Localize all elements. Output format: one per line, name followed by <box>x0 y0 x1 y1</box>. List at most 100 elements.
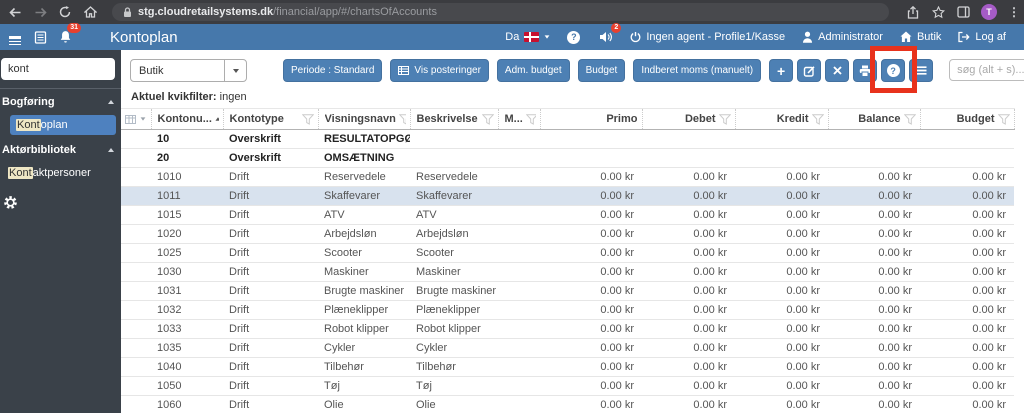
header-help-icon[interactable]: ? <box>567 30 581 44</box>
table-row[interactable]: 1015 Drift ATV ATV 0.00 kr 0.00 kr 0.00 kr 0.00… <box>121 205 1014 225</box>
column-header-kontonummer[interactable]: Kontonu... <box>151 108 224 130</box>
table-cell: 0.00 kr <box>920 357 1014 377</box>
column-header-beskrivelse[interactable]: Beskrivelse <box>410 108 499 130</box>
table-cell: 0.00 kr <box>735 281 828 301</box>
filter-funnel-icon[interactable] <box>903 113 916 125</box>
print-button[interactable] <box>853 59 878 82</box>
table-cell: Brugte maskiner <box>410 281 498 301</box>
row-control-cell <box>121 148 151 168</box>
budget-button[interactable]: Budget <box>577 59 626 82</box>
table-row[interactable]: 1035 Drift Cykler Cykler 0.00 kr 0.00 kr 0.00 … <box>121 338 1014 358</box>
table-row[interactable]: 1033 Drift Robot klipper Robot klipper 0.00 … <box>121 319 1014 339</box>
table-cell: 0.00 kr <box>735 357 828 377</box>
column-header-moms[interactable]: M... <box>498 108 541 130</box>
side-panel-icon[interactable] <box>956 5 970 19</box>
table-row[interactable]: 10OverskriftRESULTATOPGØREL... <box>121 129 1014 149</box>
sidebar-item-kontaktpersoner[interactable]: Kontaktpersoner <box>8 163 116 183</box>
table-cell: 0.00 kr <box>642 262 735 282</box>
help-button[interactable]: ? <box>881 59 906 82</box>
back-icon[interactable] <box>8 5 22 19</box>
table-row[interactable]: 1025 Drift Scooter Scooter 0.00 kr 0.00 kr 0.0… <box>121 243 1014 263</box>
browser-home-icon[interactable] <box>83 5 97 19</box>
table-cell: 0.00 kr <box>735 224 828 244</box>
row-control-cell <box>121 129 151 149</box>
sidebar-search-input[interactable] <box>1 58 115 80</box>
bookmark-star-icon[interactable] <box>931 5 945 19</box>
table-cell: 1040 <box>151 357 223 377</box>
logout-button[interactable]: Log af <box>958 31 1006 43</box>
vis-posteringer-button[interactable]: Vis posteringer <box>390 59 489 82</box>
table-cell: Skaffevarer <box>318 186 410 206</box>
add-button[interactable]: + <box>769 59 794 82</box>
table-cell <box>735 129 828 149</box>
adm-budget-button[interactable]: Adm. budget <box>496 59 570 82</box>
table-cell <box>498 395 540 413</box>
browser-menu-icon[interactable]: ⋮ <box>1008 6 1020 18</box>
table-cell: 0.00 kr <box>920 224 1014 244</box>
announcements-speaker-icon[interactable]: 2 <box>597 23 622 45</box>
table-row[interactable]: 1020 Drift Arbejdsløn Arbejdsløn 0.00 kr 0.00… <box>121 224 1014 244</box>
browser-profile-avatar[interactable]: T <box>981 4 997 20</box>
column-header-kontotype[interactable]: Kontotype <box>223 108 319 130</box>
address-bar[interactable]: stg.cloudretailsystems.dk/financial/app/… <box>112 3 889 21</box>
reload-icon[interactable] <box>58 5 72 19</box>
table-search-input[interactable] <box>949 59 1024 81</box>
language-selector[interactable]: Da <box>505 31 550 43</box>
table-row[interactable]: 20 Overskrift OMSÆTNING <box>121 148 1014 168</box>
journal-icon[interactable] <box>32 29 48 45</box>
table-cell: Tilbehør <box>318 357 410 377</box>
table-cell: Drift <box>223 224 318 244</box>
store-menu[interactable]: Butik <box>900 31 941 43</box>
column-header-kredit[interactable]: Kredit <box>735 108 829 130</box>
sidebar-item-kontoplan[interactable]: Kontoplan <box>10 115 116 135</box>
column-header-debet[interactable]: Debet <box>642 108 736 130</box>
accounts-table: Kontonu... Kontotype Visningsnavn Beskri… <box>121 108 1015 413</box>
table-cell: 1010 <box>151 167 223 187</box>
settings-gear-icon[interactable] <box>3 195 121 215</box>
filter-funnel-icon[interactable] <box>997 113 1010 125</box>
table-cell: Cykler <box>318 338 410 358</box>
user-menu[interactable]: Administrator <box>802 31 883 43</box>
menu-button[interactable] <box>909 59 934 82</box>
table-row[interactable]: 1010 Drift Reservedele Reservedele 0.00 kr 0.… <box>121 167 1014 187</box>
filter-funnel-icon[interactable] <box>301 113 314 125</box>
table-row[interactable]: 1031 Drift Brugte maskiner Brugte maskiner 0… <box>121 281 1014 301</box>
table-row[interactable]: 1060 Drift Olie Olie 0.00 kr 0.00 kr 0.00 kr 0.… <box>121 395 1014 413</box>
table-row[interactable]: 1011 Drift Skaffevarer Skaffevarer 0.00 kr 0.… <box>121 186 1014 206</box>
table-row[interactable]: 1030 Drift Maskiner Maskiner 0.00 kr 0.00 kr 0… <box>121 262 1014 282</box>
table-cell: Overskrift <box>223 129 318 149</box>
table-cell: 0.00 kr <box>642 243 735 263</box>
column-header-balance[interactable]: Balance <box>828 108 921 130</box>
column-header-budget[interactable]: Budget <box>920 108 1015 130</box>
sidebar-section-bogfoering[interactable]: Bogføring <box>0 89 121 113</box>
table-cell: ATV <box>410 205 498 225</box>
agent-status[interactable]: Ingen agent - Profile1/Kasse <box>630 31 785 43</box>
edit-button[interactable] <box>797 59 822 82</box>
sidebar-section-aktoerbibliotek[interactable]: Aktørbibliotek <box>0 137 121 161</box>
table-cell <box>498 186 540 206</box>
notifications-bell-icon[interactable]: 31 <box>57 23 81 45</box>
hamburger-menu-icon[interactable] <box>7 29 23 46</box>
table-row[interactable]: 1032 Drift Plæneklipper Plæneklipper 0.00 kr… <box>121 300 1014 320</box>
table-cell: 1032 <box>151 300 223 320</box>
column-header-visningsnavn[interactable]: Visningsnavn <box>318 108 411 130</box>
filter-funnel-icon[interactable] <box>398 113 406 125</box>
filter-funnel-icon[interactable] <box>811 113 824 125</box>
filter-funnel-icon[interactable] <box>718 113 731 125</box>
menu-bars-icon <box>916 66 927 75</box>
share-icon[interactable] <box>906 5 920 19</box>
table-cell <box>642 148 735 168</box>
forward-icon[interactable] <box>33 5 47 19</box>
filter-funnel-icon[interactable] <box>525 113 536 125</box>
column-header-primo[interactable]: Primo <box>540 108 643 130</box>
table-row[interactable]: 1050 Drift Tøj Tøj 0.00 kr 0.00 kr 0.00 kr 0.00… <box>121 376 1014 396</box>
table-cell: 0.00 kr <box>828 300 920 320</box>
filter-funnel-icon[interactable] <box>481 113 494 125</box>
indberet-moms-button[interactable]: Indberet moms (manuelt) <box>633 59 762 82</box>
column-chooser-header[interactable] <box>121 108 152 130</box>
table-cell: Tilbehør <box>410 357 498 377</box>
close-button[interactable] <box>825 59 850 82</box>
store-filter-select[interactable]: Butik <box>130 59 247 82</box>
table-row[interactable]: 1040 Drift Tilbehør Tilbehør 0.00 kr 0.00 kr 0… <box>121 357 1014 377</box>
periode-button[interactable]: Periode : Standard <box>283 59 383 82</box>
